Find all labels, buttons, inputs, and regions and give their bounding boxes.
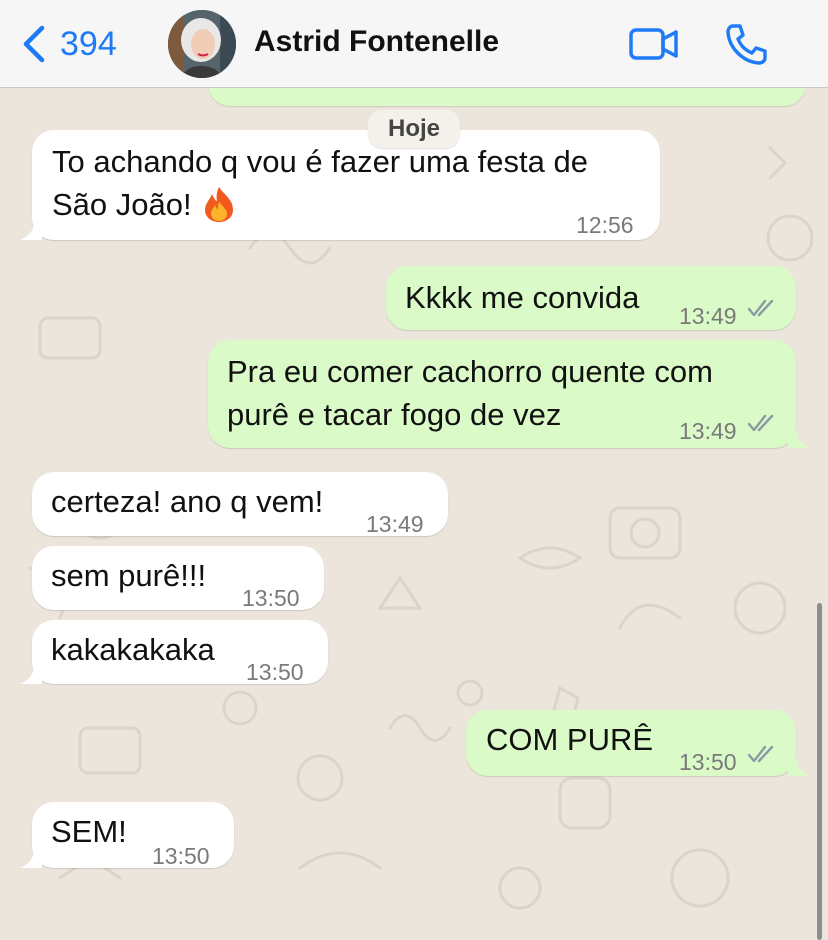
contact-avatar[interactable] [168, 10, 236, 78]
bubble-tail [20, 222, 42, 240]
unread-count: 394 [60, 24, 117, 63]
scrollbar[interactable] [817, 603, 822, 940]
read-receipt-icon [748, 414, 774, 432]
back-button[interactable]: 394 [20, 22, 117, 66]
bubble-tail [20, 666, 42, 684]
outgoing-message-bubble[interactable]: Kkkk me convida 13:49 [386, 266, 796, 330]
avatar-photo [168, 10, 236, 78]
message-text-line: COM PURÊ [486, 722, 654, 757]
message-time: 13:49 [366, 511, 424, 537]
chat-header: 394 Astrid Fontenelle [0, 0, 828, 88]
read-receipt-icon [748, 299, 774, 317]
previous-outgoing-message-bubble[interactable] [208, 88, 806, 106]
message-text-line: kakakakaka [51, 632, 215, 667]
message-time: 13:50 [152, 843, 210, 869]
incoming-message-bubble[interactable]: SEM! 13:50 [32, 802, 234, 869]
message-text-line: Pra eu comer cachorro quente com [227, 354, 713, 389]
incoming-message-bubble[interactable]: To achando q vou é fazer uma festa de Sã… [32, 130, 660, 240]
message-text-line: purê e tacar fogo de vez [227, 397, 562, 432]
phone-call-icon[interactable] [724, 22, 768, 66]
incoming-message-bubble[interactable]: certeza! ano q vem! 13:49 [32, 472, 448, 537]
incoming-message-bubble[interactable]: sem purê!!! 13:50 [32, 546, 324, 611]
video-call-icon[interactable] [628, 24, 680, 64]
day-separator: Hoje [368, 110, 460, 148]
outgoing-message-bubble[interactable]: COM PURÊ 13:50 [466, 710, 796, 776]
read-receipt-icon [748, 745, 774, 763]
chevron-left-icon [23, 25, 45, 63]
message-time: 13:50 [679, 749, 737, 775]
message-text-line: To achando q vou é fazer uma festa de [52, 144, 588, 179]
message-text-line: SEM! [51, 814, 127, 849]
message-time: 13:50 [242, 585, 300, 611]
message-text-line: certeza! ano q vem! [51, 484, 324, 519]
incoming-message-bubble[interactable]: kakakakaka 13:50 [32, 620, 328, 685]
message-time: 12:56 [576, 212, 634, 238]
outgoing-message-bubble[interactable]: Pra eu comer cachorro quente com purê e … [208, 340, 796, 448]
message-list[interactable]: Hoje To achando q vou é fazer uma festa … [0, 88, 828, 940]
fire-emoji-icon [205, 187, 234, 222]
message-time: 13:49 [679, 303, 737, 329]
bubble-tail [788, 430, 810, 448]
bubble-tail [20, 850, 42, 868]
message-time: 13:50 [246, 659, 304, 685]
message-time: 13:49 [679, 418, 737, 444]
bubble-tail [788, 758, 810, 776]
message-text-line: sem purê!!! [51, 558, 207, 593]
contact-name[interactable]: Astrid Fontenelle [254, 25, 499, 59]
message-text-line: São João! [52, 187, 192, 222]
message-text-line: Kkkk me convida [405, 280, 640, 315]
